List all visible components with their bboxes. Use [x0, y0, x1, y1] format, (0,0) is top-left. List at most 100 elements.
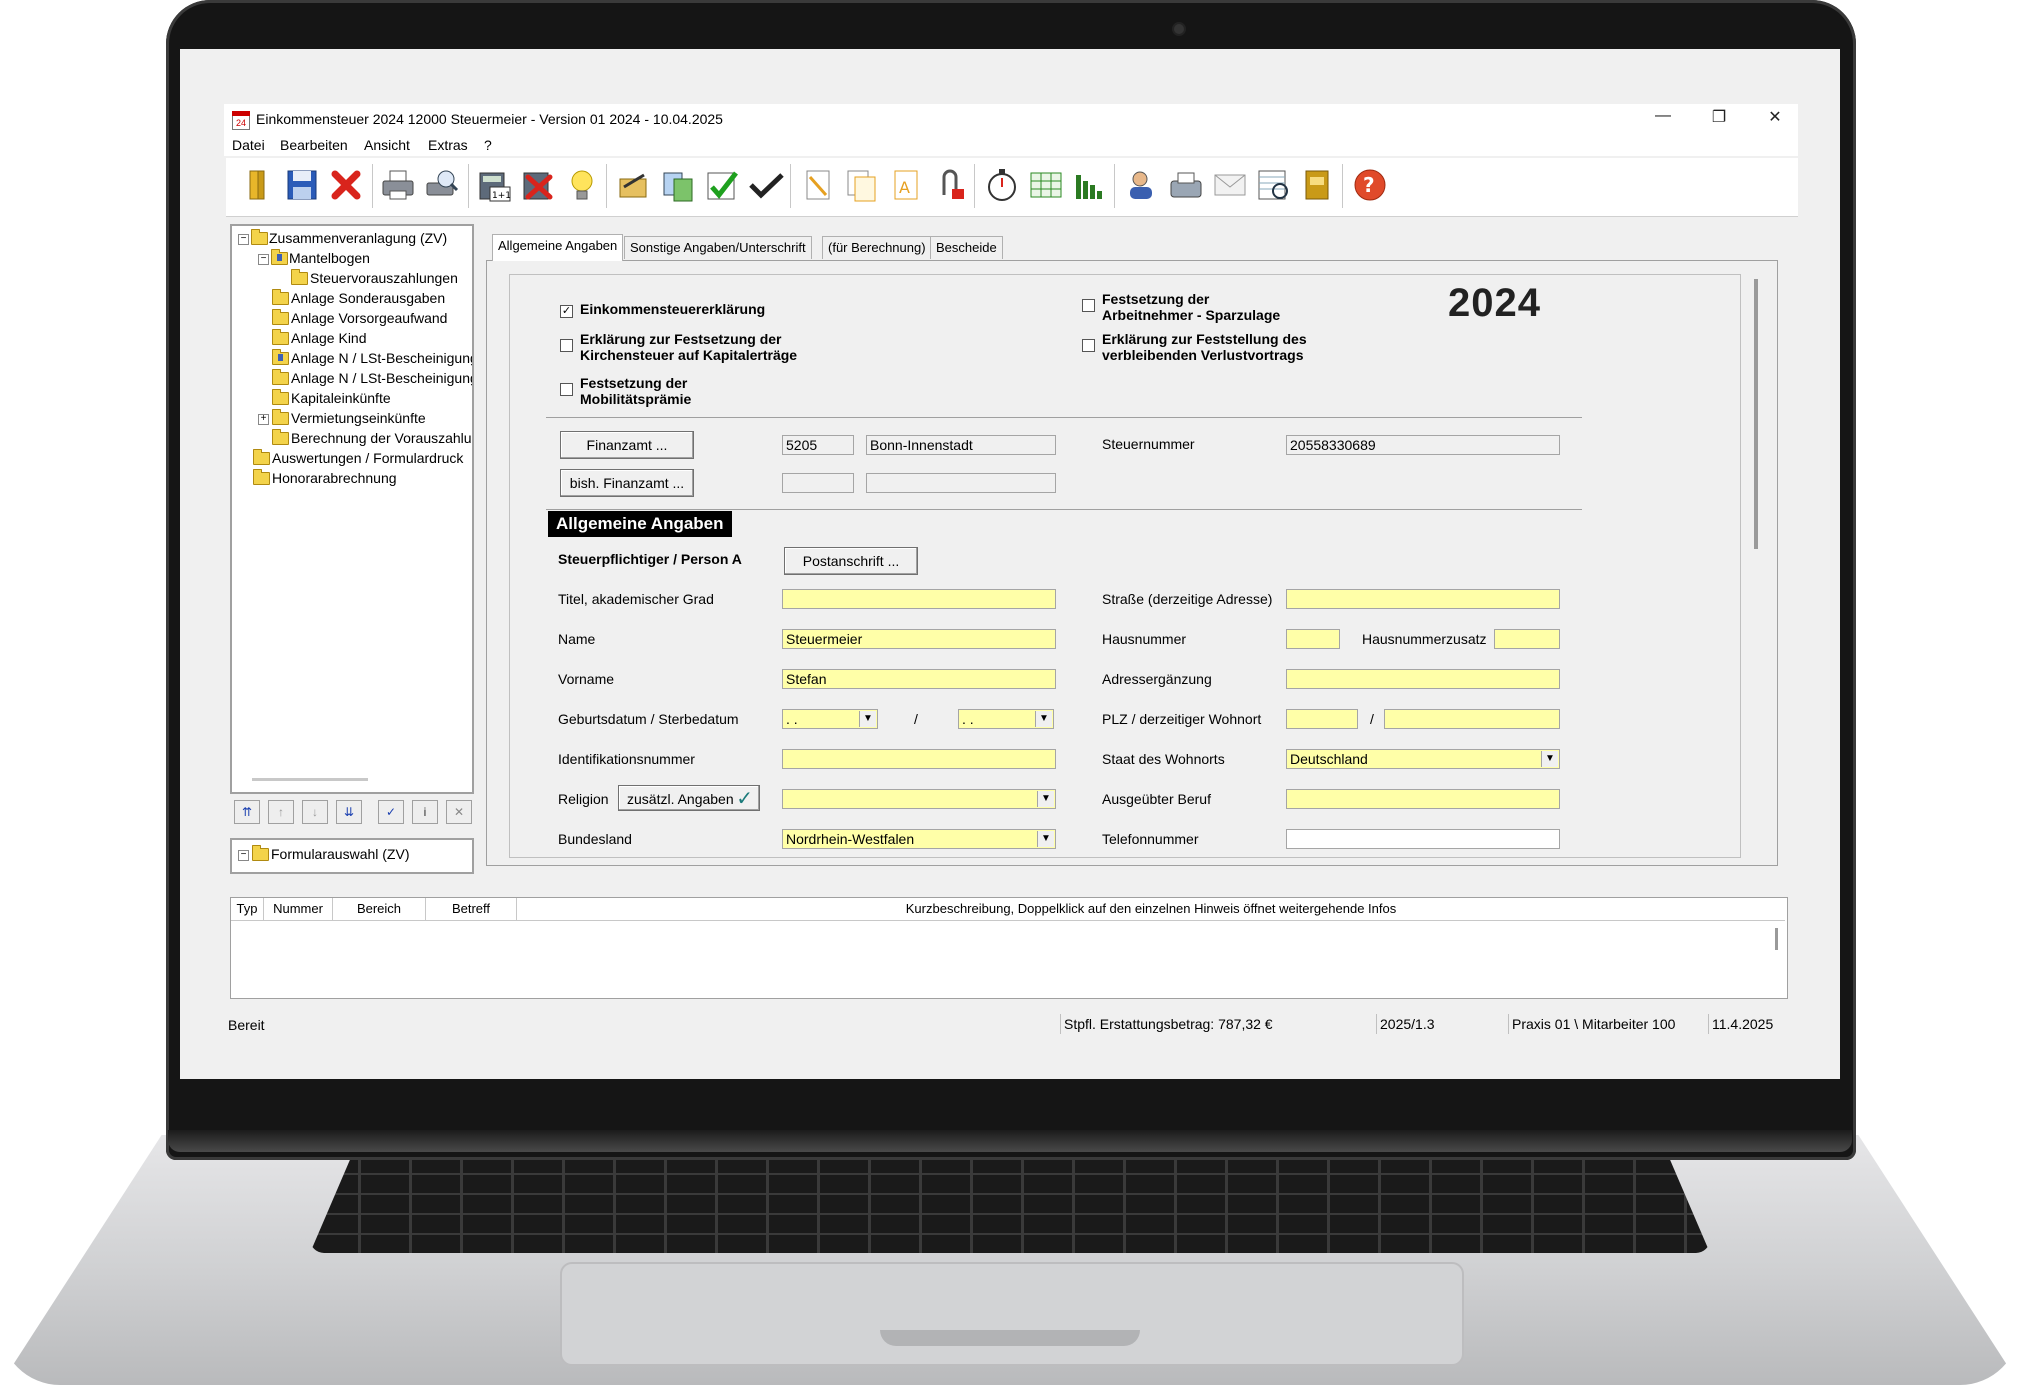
delete-icon[interactable] — [326, 165, 366, 205]
lightbulb-icon[interactable] — [562, 165, 602, 205]
messages-vscrollbar[interactable] — [1775, 928, 1778, 950]
open-book-icon[interactable] — [238, 165, 278, 205]
column-bereich[interactable]: Bereich — [333, 898, 426, 921]
steuernummer-field[interactable]: 20558330689 — [1286, 435, 1560, 455]
calculator-icon[interactable]: 1+1 — [474, 165, 514, 205]
column-typ[interactable]: Typ — [231, 898, 264, 921]
bish-finanzamt-nr-field[interactable] — [782, 473, 854, 493]
wohnort-field[interactable] — [1384, 709, 1560, 729]
document-copy-icon[interactable] — [842, 165, 882, 205]
archive-icon[interactable] — [1298, 165, 1338, 205]
bish-finanzamt-button[interactable]: bish. Finanzamt ... — [560, 469, 694, 497]
bundesland-select[interactable]: Nordrhein-Westfalen ▼ — [782, 829, 1056, 849]
finanzamt-nr-field[interactable]: 5205 — [782, 435, 854, 455]
collapse-icon[interactable]: − — [238, 850, 249, 861]
sign-icon[interactable] — [614, 165, 654, 205]
save-icon[interactable] — [282, 165, 322, 205]
attachment-icon[interactable] — [930, 165, 970, 205]
collapse-icon[interactable]: − — [258, 254, 269, 265]
checkbox-mobilitaetspraemie[interactable] — [560, 383, 573, 396]
checkbox-kirchensteuer[interactable] — [560, 339, 573, 352]
religion-select[interactable]: ▼ — [782, 789, 1056, 809]
cancel-calc-icon[interactable] — [518, 165, 558, 205]
titel-field[interactable] — [782, 589, 1056, 609]
column-kurzbeschreibung[interactable]: Kurzbeschreibung, Doppelklick auf den ei… — [517, 898, 1785, 921]
print-icon[interactable] — [378, 165, 418, 205]
svg-text:?: ? — [1363, 173, 1375, 197]
document-text-icon[interactable]: A — [886, 165, 926, 205]
hausnummer-field[interactable] — [1286, 629, 1340, 649]
finanzamt-button[interactable]: Finanzamt ... — [560, 431, 694, 459]
menu-extras[interactable]: Extras — [428, 137, 468, 153]
menu-bearbeiten[interactable]: Bearbeiten — [280, 137, 348, 153]
column-betreff[interactable]: Betreff — [426, 898, 517, 921]
checkbox-sparzulage[interactable] — [1082, 299, 1095, 312]
form-vscrollbar[interactable] — [1754, 279, 1758, 549]
expand-icon[interactable]: + — [258, 414, 269, 425]
close-icon[interactable]: ✕ — [1752, 107, 1798, 127]
bish-finanzamt-name-field[interactable] — [866, 473, 1056, 493]
tab-fuer-berechnung[interactable]: (für Berechnung) — [822, 236, 932, 259]
geburtsdatum-label: Geburtsdatum / Sterbedatum — [558, 711, 739, 727]
tree-hscrollbar[interactable] — [252, 778, 368, 781]
finanzamt-name-field[interactable]: Bonn-Innenstadt — [866, 435, 1056, 455]
check-icon[interactable]: ✓ — [378, 800, 404, 824]
tab-bescheide[interactable]: Bescheide — [930, 236, 1003, 259]
collapse-icon[interactable]: − — [238, 234, 249, 245]
help-icon[interactable]: ? — [1350, 165, 1390, 205]
minimize-icon[interactable]: — — [1640, 107, 1686, 125]
beruf-field[interactable] — [1286, 789, 1560, 809]
remove-icon[interactable]: ✕ — [446, 800, 472, 824]
move-top-icon[interactable]: ⇈ — [234, 800, 260, 824]
chevron-down-icon[interactable]: ▼ — [1035, 711, 1052, 727]
fax-icon[interactable] — [1166, 165, 1206, 205]
bar-chart-icon[interactable] — [1070, 165, 1110, 205]
menu-ansicht[interactable]: Ansicht — [364, 137, 410, 153]
table-icon[interactable] — [1026, 165, 1066, 205]
adressergaenzung-field[interactable] — [1286, 669, 1560, 689]
tab-allgemeine-angaben[interactable]: Allgemeine Angaben — [492, 234, 624, 261]
move-bottom-icon[interactable]: ⇊ — [336, 800, 362, 824]
tree-item-mantelbogen[interactable]: − Mantelbogen — [258, 249, 468, 270]
plz-field[interactable] — [1286, 709, 1358, 729]
strasse-field[interactable] — [1286, 589, 1560, 609]
identifikationsnummer-field[interactable] — [782, 749, 1056, 769]
checkbox-verlustvortrag[interactable] — [1082, 339, 1095, 352]
label-verlustvortrag: Erklärung zur Feststellung des verbleiben… — [1102, 331, 1307, 363]
print-preview-icon[interactable] — [422, 165, 462, 205]
chevron-down-icon[interactable]: ▼ — [859, 711, 876, 727]
mail-icon[interactable] — [1210, 165, 1250, 205]
chevron-down-icon[interactable]: ▼ — [1037, 791, 1054, 807]
user-icon[interactable] — [1122, 165, 1162, 205]
document-icon[interactable] — [798, 165, 838, 205]
staat-select[interactable]: Deutschland ▼ — [1286, 749, 1560, 769]
checkmark-bird-icon[interactable] — [746, 165, 786, 205]
move-up-icon[interactable]: ↑ — [268, 800, 294, 824]
hausnummerzusatz-field[interactable] — [1494, 629, 1560, 649]
chevron-down-icon[interactable]: ▼ — [1037, 831, 1054, 847]
stopwatch-icon[interactable] — [982, 165, 1022, 205]
sterbedatum-field[interactable]: . . ▼ — [958, 709, 1054, 729]
info-icon[interactable]: i — [412, 800, 438, 824]
vorname-field[interactable]: Stefan — [782, 669, 1056, 689]
transfer-icon[interactable] — [658, 165, 698, 205]
name-field[interactable]: Steuermeier — [782, 629, 1056, 649]
zusaetzl-angaben-button[interactable]: zusätzl. Angaben ✓ — [618, 785, 760, 811]
geburtsdatum-field[interactable]: . . ▼ — [782, 709, 878, 729]
menu-help[interactable]: ? — [484, 137, 492, 153]
postanschrift-button[interactable]: Postanschrift ... — [784, 547, 918, 575]
telefon-field[interactable] — [1286, 829, 1560, 849]
folder-icon — [291, 269, 308, 285]
move-down-icon[interactable]: ↓ — [302, 800, 328, 824]
form-search-icon[interactable] — [1254, 165, 1294, 205]
check-icon[interactable] — [702, 165, 742, 205]
folder-icon — [253, 469, 270, 485]
checkbox-einkommensteuererklaerung[interactable]: ✓ — [560, 305, 573, 318]
column-nummer[interactable]: Nummer — [264, 898, 333, 921]
restore-icon[interactable]: ❐ — [1696, 107, 1742, 127]
chevron-down-icon[interactable]: ▼ — [1541, 751, 1558, 767]
window-title: Einkommensteuer 2024 12000 Steuermeier -… — [256, 111, 723, 127]
menu-datei[interactable]: Datei — [232, 137, 265, 153]
tree-item-zusammenveranlagung[interactable]: − Zusammenveranlagung (ZV) — [238, 229, 468, 250]
tab-sonstige-angaben[interactable]: Sonstige Angaben/Unterschrift — [624, 236, 812, 259]
